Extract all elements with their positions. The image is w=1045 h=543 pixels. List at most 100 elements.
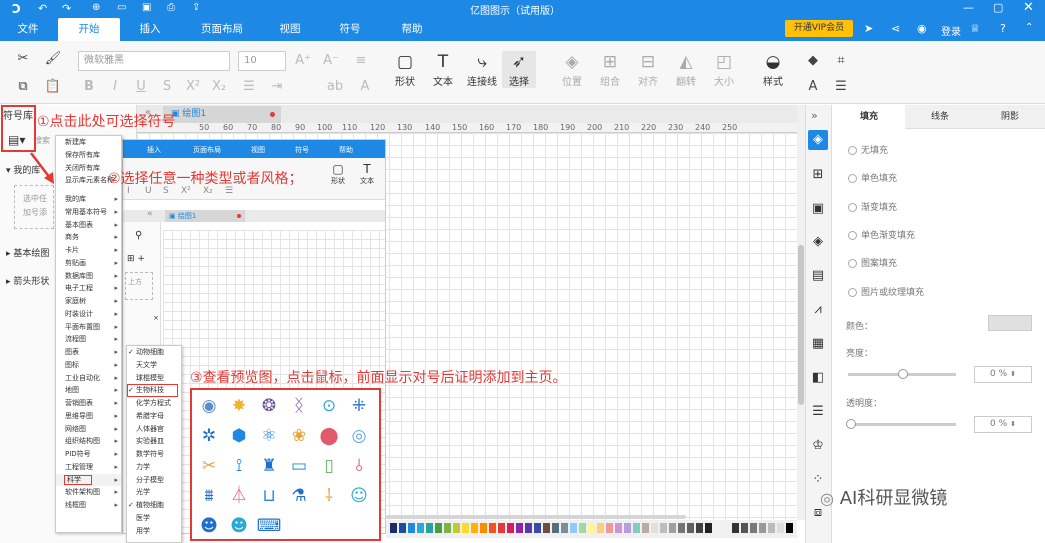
position-button[interactable]: ◈ 位置 bbox=[555, 51, 589, 88]
fill-solid-option[interactable]: 单色填充 bbox=[848, 171, 897, 184]
tab-page-layout[interactable]: 页面布局 bbox=[190, 18, 254, 41]
save-icon[interactable]: ▣ bbox=[142, 2, 151, 13]
expand-right-icon[interactable]: » bbox=[811, 109, 818, 122]
fill-image-option[interactable]: 图片或纹理填充 bbox=[848, 285, 924, 298]
underline-icon[interactable]: U bbox=[132, 79, 150, 94]
indent-icon[interactable]: ⇥ bbox=[268, 79, 286, 94]
hexagon-icon[interactable]: ⬢ bbox=[226, 424, 252, 448]
undo-icon[interactable]: ↶ bbox=[38, 2, 47, 15]
egg-cell-icon[interactable]: ⬤ bbox=[316, 424, 342, 448]
color-swatch[interactable] bbox=[417, 523, 424, 533]
color-swatch[interactable] bbox=[525, 523, 532, 533]
menu-item[interactable]: 电子工程 ▸ bbox=[56, 282, 121, 295]
test-tube-rack-icon[interactable]: ⩩ bbox=[196, 484, 222, 508]
color-swatch[interactable] bbox=[768, 523, 775, 533]
neuron-icon[interactable]: ✸ bbox=[226, 394, 252, 418]
basic-drawing-group[interactable]: ▸ 基本绘图 bbox=[6, 246, 49, 259]
print-icon[interactable]: ⎙ bbox=[167, 2, 175, 13]
tab-line[interactable]: 线条 bbox=[905, 105, 975, 129]
menu-item[interactable]: 地图 ▸ bbox=[56, 384, 121, 397]
color-swatch[interactable] bbox=[705, 523, 712, 533]
format-painter-icon[interactable]: 🖌 bbox=[44, 51, 62, 66]
shape-style-icon[interactable]: ☰ bbox=[832, 79, 850, 94]
scientist-icon[interactable]: ☺ bbox=[346, 484, 372, 508]
color-swatch[interactable] bbox=[453, 523, 460, 533]
horizontal-scrollbar[interactable] bbox=[386, 515, 686, 519]
menu-item[interactable]: 工业自动化 ▸ bbox=[56, 372, 121, 385]
menu-item[interactable]: 组织结构图 ▸ bbox=[56, 435, 121, 448]
submenu-item[interactable]: 实验器皿 bbox=[127, 435, 181, 448]
submenu-item[interactable]: 天文学 bbox=[127, 359, 181, 372]
submenu-item[interactable]: 用学 bbox=[127, 525, 181, 538]
color-swatch[interactable] bbox=[633, 523, 640, 533]
fill-none-option[interactable]: 无填充 bbox=[848, 143, 888, 156]
menu-item[interactable]: 工程管理 ▸ bbox=[56, 461, 121, 474]
menu-item[interactable]: 保存所有库 bbox=[56, 149, 121, 162]
menu-item[interactable]: 时装设计 ▸ bbox=[56, 308, 121, 321]
molecule-icon[interactable]: ⁜ bbox=[346, 394, 372, 418]
align-text-icon[interactable]: ≡ bbox=[352, 53, 370, 68]
subscript-icon[interactable]: X₂ bbox=[210, 79, 228, 94]
color-swatch[interactable] bbox=[750, 523, 757, 533]
align-button[interactable]: ⊟ 对齐 bbox=[631, 51, 665, 88]
menu-item[interactable]: 数据库图 ▸ bbox=[56, 270, 121, 283]
color-swatch[interactable] bbox=[462, 523, 469, 533]
pill-icon[interactable]: ▭ bbox=[286, 454, 312, 478]
menu-item[interactable]: 营销图表 ▸ bbox=[56, 397, 121, 410]
color-swatch[interactable] bbox=[543, 523, 550, 533]
font-name-select[interactable]: 微软雅黑 bbox=[78, 51, 230, 71]
color-swatch[interactable] bbox=[579, 523, 586, 533]
scissors-icon[interactable]: ✂ bbox=[196, 454, 222, 478]
color-swatch[interactable] bbox=[687, 523, 694, 533]
submenu-item[interactable]: 光学 bbox=[127, 486, 181, 499]
menu-item[interactable]: 剪贴画 ▸ bbox=[56, 257, 121, 270]
fill-panel-icon[interactable]: ◈ bbox=[808, 130, 828, 150]
dna-icon[interactable]: ᛝ bbox=[286, 394, 312, 418]
submenu-item[interactable]: ✓ 动物细胞 bbox=[127, 346, 181, 359]
cut-icon[interactable]: ✂ bbox=[14, 51, 32, 66]
minimize-icon[interactable]: — bbox=[963, 1, 974, 14]
submenu-item[interactable]: 医学 bbox=[127, 512, 181, 525]
beaker-icon[interactable]: ⊔ bbox=[256, 484, 282, 508]
color-swatch[interactable] bbox=[588, 523, 595, 533]
color-swatch[interactable] bbox=[759, 523, 766, 533]
connector-button[interactable]: ⤷ 连接线 bbox=[464, 51, 500, 88]
transparency-thumb[interactable] bbox=[846, 419, 856, 429]
tab-shadow[interactable]: 阴影 bbox=[975, 105, 1045, 129]
image-icon[interactable]: ▣ bbox=[808, 199, 828, 219]
color-picker[interactable] bbox=[988, 315, 1032, 331]
superscript-icon[interactable]: X² bbox=[184, 79, 202, 94]
color-swatch[interactable] bbox=[777, 523, 784, 533]
submenu-item[interactable]: 数学符号 bbox=[127, 448, 181, 461]
reader-icon[interactable]: ☻ bbox=[226, 514, 252, 538]
color-swatch[interactable] bbox=[624, 523, 631, 533]
color-swatch[interactable] bbox=[498, 523, 505, 533]
chart-icon[interactable]: ⩘ bbox=[808, 300, 828, 320]
arrow-shapes-group[interactable]: ▸ 箭头形状 bbox=[6, 274, 49, 287]
color-swatch[interactable] bbox=[615, 523, 622, 533]
fill-icon[interactable]: ◆ bbox=[804, 53, 822, 68]
microscope-icon[interactable]: ♜ bbox=[256, 454, 282, 478]
size-button[interactable]: ◰ 大小 bbox=[707, 51, 741, 88]
copy-icon[interactable]: ⧉ bbox=[14, 79, 32, 94]
submenu-item[interactable]: 人体器官 bbox=[127, 423, 181, 436]
menu-item[interactable]: 家庭树 ▸ bbox=[56, 295, 121, 308]
strikethrough-icon[interactable]: S bbox=[158, 79, 176, 94]
brightness-value[interactable]: 0 % ⬍ bbox=[974, 366, 1032, 383]
brightness-thumb[interactable] bbox=[898, 369, 908, 379]
laptop-icon[interactable]: ⌨ bbox=[256, 514, 282, 538]
export-icon[interactable]: ⇪ bbox=[192, 2, 200, 13]
menu-item[interactable]: 图表 ▸ bbox=[56, 346, 121, 359]
color-swatch[interactable] bbox=[507, 523, 514, 533]
menu-item[interactable]: PID符号 ▸ bbox=[56, 448, 121, 461]
color-swatch[interactable] bbox=[786, 523, 793, 533]
text-case-icon[interactable]: ab bbox=[320, 79, 350, 94]
user-icon[interactable]: ◉ bbox=[917, 22, 927, 35]
color-swatch[interactable] bbox=[741, 523, 748, 533]
submenu-item[interactable]: 球棍模型 bbox=[127, 372, 181, 385]
increase-font-icon[interactable]: A⁺ bbox=[294, 53, 312, 68]
lab-set-icon[interactable]: ⚗ bbox=[286, 484, 312, 508]
transparency-slider[interactable] bbox=[848, 423, 956, 426]
color-swatch[interactable] bbox=[435, 523, 442, 533]
paste-icon[interactable]: 📋 bbox=[44, 79, 62, 94]
